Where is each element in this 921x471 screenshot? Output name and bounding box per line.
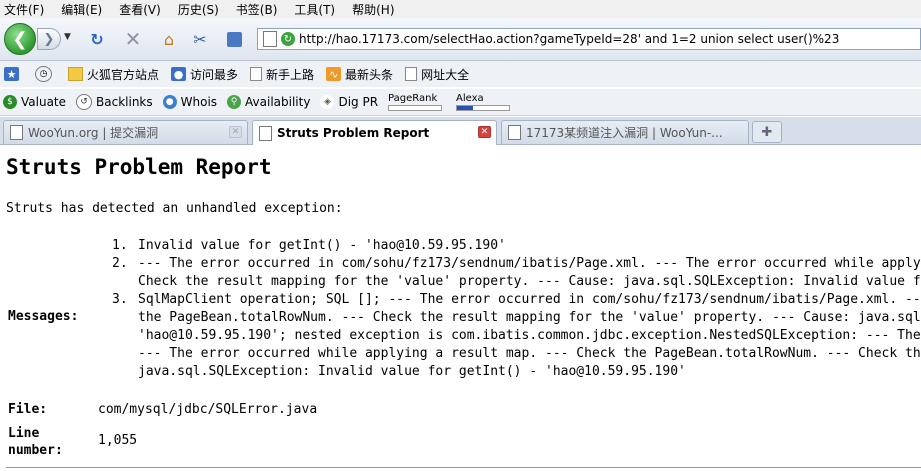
- availability-button[interactable]: ⚲ Availability: [227, 95, 310, 109]
- bookmark-item[interactable]: 新手上路: [250, 66, 314, 83]
- home-icon[interactable]: ⌂: [158, 28, 180, 50]
- message-text: --- The error occurred in com/sohu/fz173…: [138, 256, 921, 289]
- messages-list: 1. Invalid value for getInt() - 'hao@10.5…: [108, 237, 921, 381]
- digpr-label: Dig PR: [338, 95, 379, 109]
- tab-title: Struts Problem Report: [277, 126, 430, 140]
- message-number: 1.: [112, 238, 128, 253]
- line-number-value: 1,055: [98, 433, 138, 448]
- menu-help[interactable]: 帮助(H): [352, 1, 394, 18]
- bookmark-star-icon: ★: [4, 67, 19, 81]
- file-label: File:: [8, 402, 48, 417]
- menu-tools[interactable]: 工具(T): [294, 1, 335, 18]
- alexa-bar: [456, 105, 511, 111]
- page-icon: [250, 67, 263, 81]
- menu-bookmarks[interactable]: 书签(B): [236, 1, 278, 18]
- page-icon: [10, 125, 23, 140]
- bookmark-item[interactable]: 火狐官方站点: [68, 66, 159, 83]
- forward-arrow-icon: ❯: [43, 31, 55, 47]
- divider: [6, 467, 921, 468]
- plus-icon: ✚: [761, 124, 773, 140]
- bookmark-item[interactable]: ● 访问最多: [171, 66, 238, 83]
- message-item: 3. SqlMapClient operation; SQL []; --- Th…: [108, 291, 921, 381]
- message-item: 2. --- The error occurred in com/sohu/fz1…: [108, 255, 921, 291]
- menu-view[interactable]: 查看(V): [119, 1, 161, 18]
- bookmarks-toolbar: ★ ◷ 火狐官方站点 ● 访问最多 新手上路 ∿ 最新头条 网址大全: [0, 61, 921, 87]
- network-icon: ◈: [320, 95, 335, 109]
- backlinks-label: Backlinks: [96, 95, 153, 109]
- alexa-meter[interactable]: Alexa: [456, 93, 511, 111]
- dollar-icon: $: [3, 95, 17, 109]
- bookmark-label: 火狐官方站点: [87, 67, 160, 82]
- whois-label: Whois: [180, 95, 218, 109]
- message-item: 1. Invalid value for getInt() - 'hao@10.5…: [108, 237, 921, 255]
- stop-icon[interactable]: ✕: [122, 27, 144, 51]
- bookmark-item[interactable]: ∿ 最新头条: [326, 66, 393, 83]
- folder-icon: [68, 67, 83, 81]
- page-icon: [263, 31, 277, 47]
- tab-wooyun-submit[interactable]: WooYun.org | 提交漏洞 ✕: [3, 120, 248, 144]
- page-content: Struts Problem Report Struts has detecte…: [0, 145, 921, 471]
- message-text: SqlMapClient operation; SQL []; --- The …: [138, 292, 921, 379]
- backlinks-icon: ↺: [76, 94, 93, 110]
- new-tab-button[interactable]: ✚: [752, 121, 782, 143]
- menu-file[interactable]: 文件(F): [4, 1, 44, 18]
- scissors-icon[interactable]: ✂: [189, 28, 211, 50]
- message-text: Invalid value for getInt() - 'hao@10.59.…: [138, 238, 506, 253]
- file-value: com/mysql/jdbc/SQLError.java: [98, 402, 318, 417]
- pagerank-label: PageRank: [388, 93, 438, 104]
- tab-struts-report[interactable]: Struts Problem Report ✕: [252, 120, 497, 145]
- history-dropdown-icon[interactable]: ▼: [64, 32, 71, 42]
- menu-history[interactable]: 历史(S): [178, 1, 219, 18]
- messages-label: Messages:: [8, 309, 79, 324]
- tab-title: 17173某频道注入漏洞 | WooYun-...: [526, 126, 723, 140]
- page-title: Struts Problem Report: [6, 155, 272, 179]
- most-visited-icon: ●: [171, 67, 187, 81]
- tab-wooyun-17173[interactable]: 17173某频道注入漏洞 | WooYun-...: [501, 120, 749, 144]
- url-text[interactable]: http://hao.17173.com/selectHao.action?ga…: [299, 32, 839, 46]
- intro-text: Struts has detected an unhandled excepti…: [6, 201, 343, 216]
- globe-icon: ●: [162, 95, 177, 109]
- line-number-label: Line number:: [8, 426, 63, 458]
- page-icon: [508, 125, 521, 140]
- bookmark-label: 网址大全: [421, 67, 470, 82]
- valuate-label: Valuate: [21, 95, 67, 109]
- bookmarks-menu-button[interactable]: ★: [4, 67, 23, 81]
- menu-bar: 文件(F) 编辑(E) 查看(V) 历史(S) 书签(B) 工具(T) 帮助(H…: [0, 0, 921, 18]
- page-icon: [259, 125, 272, 141]
- tab-title: WooYun.org | 提交漏洞: [28, 126, 159, 140]
- close-tab-icon[interactable]: ✕: [478, 126, 491, 138]
- message-number: 3.: [112, 292, 128, 307]
- alexa-label: Alexa: [456, 93, 484, 104]
- valuate-button[interactable]: $ Valuate: [3, 95, 66, 109]
- whois-button[interactable]: ● Whois: [162, 95, 218, 109]
- bookmark-label: 最新头条: [345, 67, 394, 82]
- navigation-toolbar: ❮ ❯ ▼ ↻ ✕ ⌂ ✂ ↻ http://hao.17173.com/sel…: [0, 18, 921, 61]
- page-icon: [405, 67, 418, 81]
- digpr-button[interactable]: ◈ Dig PR: [320, 95, 378, 109]
- menu-edit[interactable]: 编辑(E): [61, 1, 102, 18]
- back-button[interactable]: ❮: [4, 23, 36, 55]
- magnifier-icon: ⚲: [227, 95, 242, 109]
- forward-button[interactable]: ❯: [37, 28, 61, 50]
- history-button[interactable]: ◷: [35, 66, 56, 82]
- bookmark-label: 访问最多: [190, 67, 239, 82]
- clock-icon: ◷: [35, 66, 52, 82]
- alexa-fill: [457, 106, 473, 110]
- tab-strip: WooYun.org | 提交漏洞 ✕ Struts Problem Repor…: [0, 117, 921, 145]
- reload-icon[interactable]: ↻: [86, 28, 108, 50]
- rss-feed-icon: ∿: [326, 67, 342, 81]
- message-number: 2.: [112, 256, 128, 271]
- bookmark-label: 新手上路: [266, 67, 315, 82]
- address-bar[interactable]: ↻ http://hao.17173.com/selectHao.action?…: [257, 28, 921, 50]
- pagerank-bar: [388, 105, 443, 111]
- pagerank-meter[interactable]: PageRank: [388, 93, 443, 111]
- seo-toolbar: $ Valuate ↺ Backlinks ● Whois ⚲ Availability…: [0, 89, 921, 116]
- backlinks-button[interactable]: ↺ Backlinks: [76, 94, 153, 110]
- back-arrow-icon: ❮: [12, 28, 28, 50]
- availability-label: Availability: [245, 95, 311, 109]
- close-tab-icon[interactable]: ✕: [229, 126, 242, 138]
- bookmark-item[interactable]: 网址大全: [405, 66, 469, 83]
- page-tool-icon[interactable]: [223, 28, 245, 50]
- site-identity-icon[interactable]: ↻: [281, 32, 295, 46]
